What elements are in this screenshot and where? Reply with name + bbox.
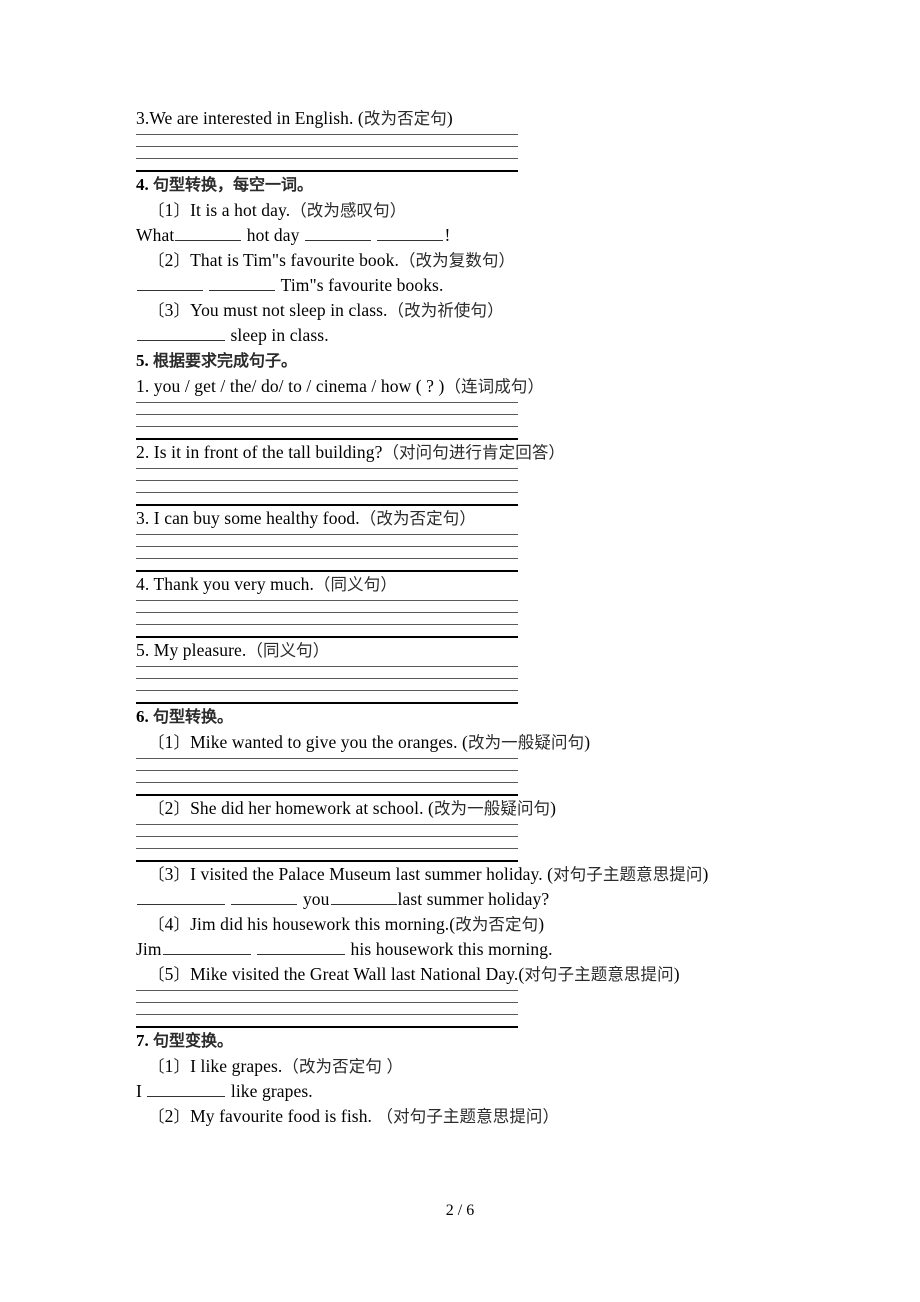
answer-lines-q6-5[interactable] [136,990,518,1028]
answer-rule-3[interactable] [136,158,518,159]
answer-rule-1[interactable] [136,666,518,667]
answer-blank[interactable] [209,277,276,291]
answer-rule-1[interactable] [136,468,518,469]
answer-lines-q6-2[interactable] [136,824,518,862]
q7-item-1: 〔1〕I like grapes.（改为否定句 ） [148,1056,404,1076]
answer-rule-3[interactable] [136,624,518,625]
q6-item-1: 〔1〕Mike wanted to give you the oranges. … [148,732,591,752]
q7-item-1-answer: I like grapes. [136,1081,313,1101]
answer-blank[interactable] [162,941,251,955]
answer-lines-q6-1[interactable] [136,758,518,796]
answer-blank[interactable] [175,227,242,241]
answer-blank[interactable] [147,1083,226,1097]
answer-rule-1[interactable] [136,534,518,535]
answer-lines-q5-3[interactable] [136,534,518,572]
answer-lines-q5-2[interactable] [136,468,518,506]
answer-blank[interactable] [330,891,397,905]
q4-item-2: 〔2〕That is Tim"s favourite book.（改为复数句） [148,250,516,270]
document-page: 3.We are interested in English. (改为否定句) 4… [0,0,920,1302]
q5-item-4: 4. Thank you very much.（同义句） [136,574,397,594]
answer-rule-2[interactable] [136,836,518,837]
answer-rule-2[interactable] [136,678,518,679]
answer-rule-1[interactable] [136,402,518,403]
q6-item-3: 〔3〕I visited the Palace Museum last summ… [148,864,709,884]
q6-item-4: 〔4〕Jim did his housework this morning.(改… [148,914,545,934]
answer-lines-q5-4[interactable] [136,600,518,638]
answer-rule-1[interactable] [136,824,518,825]
answer-rule-1[interactable] [136,134,518,135]
answer-blank[interactable] [304,227,371,241]
q6-item-2: 〔2〕She did her homework at school. (改为一般… [148,798,557,818]
answer-blank[interactable] [231,891,298,905]
answer-rule-3[interactable] [136,690,518,691]
q5-item-5: 5. My pleasure.（同义句） [136,640,330,660]
answer-rule-3[interactable] [136,1014,518,1015]
answer-rule-2[interactable] [136,1002,518,1003]
q4-item-3-answer: sleep in class. [136,323,836,348]
answer-rule-2[interactable] [136,770,518,771]
answer-lines-q3[interactable] [136,134,518,172]
q5-item-1: 1. you / get / the/ do/ to / cinema / ho… [136,376,545,396]
answer-rule-3[interactable] [136,492,518,493]
answer-blank[interactable] [137,891,225,905]
answer-rule-2[interactable] [136,612,518,613]
worksheet-body: 3.We are interested in English. (改为否定句) 4… [136,106,836,1129]
answer-lines-q5-1[interactable] [136,402,518,440]
question-3-we-are-interested: 3.We are interested in English. (改为否定句) [136,108,453,128]
page-number-footer: 2 / 6 [0,1202,920,1220]
section-5-heading: 5. 根据要求完成句子。 [136,351,298,370]
answer-rule-1[interactable] [136,758,518,759]
answer-rule-3[interactable] [136,426,518,427]
q4-item-1: 〔1〕It is a hot day.（改为感叹句） [148,200,407,220]
answer-rule-3[interactable] [136,848,518,849]
answer-rule-3[interactable] [136,782,518,783]
answer-rule-3[interactable] [136,558,518,559]
answer-blank[interactable] [377,227,444,241]
answer-rule-2[interactable] [136,480,518,481]
answer-rule-2[interactable] [136,146,518,147]
section-6-heading: 6. 句型转换。 [136,707,234,726]
answer-blank[interactable] [257,941,346,955]
section-4-heading: 4. 句型转换，每空一词。 [136,175,314,194]
answer-rule-1[interactable] [136,990,518,991]
answer-blank[interactable] [137,277,203,291]
answer-rule-2[interactable] [136,414,518,415]
answer-lines-q5-5[interactable] [136,666,518,704]
page-number: 2 / 6 [445,1202,475,1219]
answer-rule-2[interactable] [136,546,518,547]
q6-item-4-answer: Jim his housework this morning. [136,939,553,959]
q7-item-2: 〔2〕My favourite food is fish. （对句子主题意思提问… [148,1106,560,1126]
answer-blank[interactable] [137,327,225,341]
section-7-heading: 7. 句型变换。 [136,1031,234,1050]
q6-item-3-answer: you last summer holiday? [136,887,836,912]
answer-rule-1[interactable] [136,600,518,601]
q4-item-3: 〔3〕You must not sleep in class.（改为祈使句） [148,300,504,320]
q5-item-2: 2. Is it in front of the tall building?（… [136,442,566,462]
q5-item-3: 3. I can buy some healthy food.（改为否定句） [136,508,476,528]
q4-item-1-answer: What hot day ! [136,225,451,245]
q4-item-2-answer: Tim"s favourite books. [136,273,836,298]
q6-item-5: 〔5〕Mike visited the Great Wall last Nati… [148,964,680,984]
